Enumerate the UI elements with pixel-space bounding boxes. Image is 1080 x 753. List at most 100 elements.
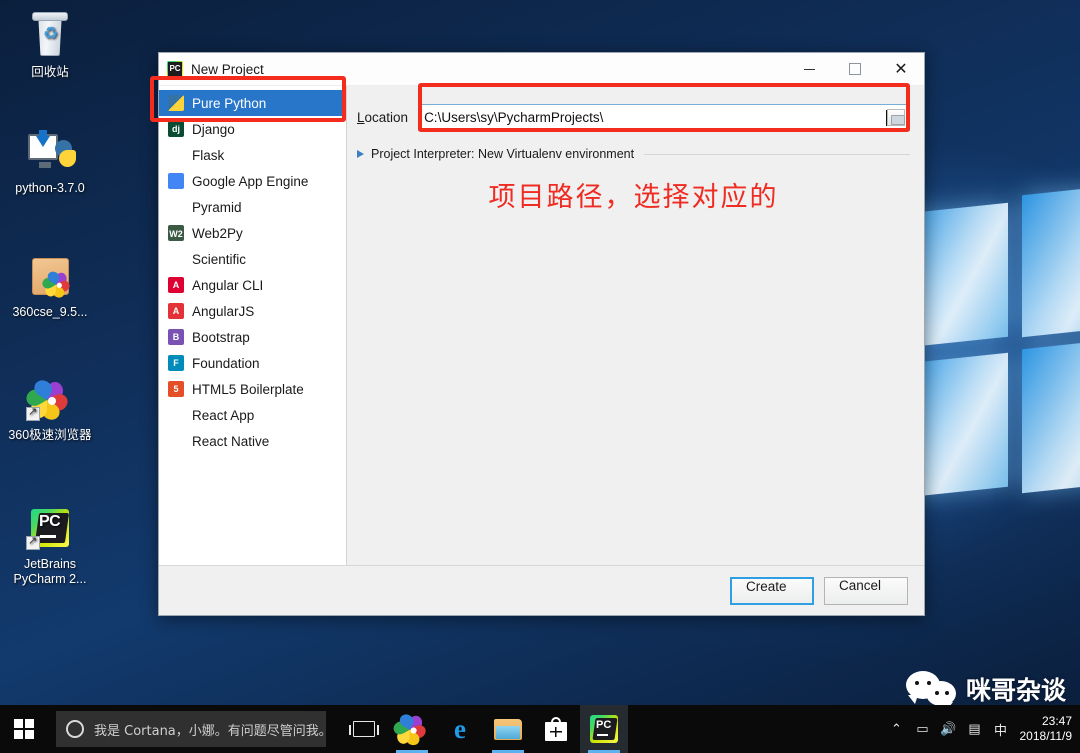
windows-wallpaper-logo <box>904 182 1080 513</box>
project-type-label: React Native <box>192 433 270 449</box>
file-explorer-taskbar-button[interactable] <box>484 705 532 753</box>
project-type-label: Google App Engine <box>192 173 309 189</box>
cancel-button[interactable]: Cancel <box>824 576 908 605</box>
pycharm-taskbar-button[interactable]: PC <box>580 705 628 753</box>
pyramid-icon: ✸ <box>172 202 180 212</box>
project-type-angular-cli[interactable]: A Angular CLI <box>159 272 346 298</box>
notification-icon[interactable]: ▤ <box>962 721 988 737</box>
location-input[interactable]: C:\Users\sy\PycharmProjects\ <box>418 104 910 131</box>
dialog-titlebar: New Project ✕ <box>159 53 924 86</box>
desktop-icon-360cse-installer[interactable]: 360cse_9.5... <box>2 252 98 320</box>
taskbar: 我是 Cortana，小娜。有问题尽管问我。 e PC ⌃ ▭ 🔊 ▤ 中 23… <box>0 705 1080 753</box>
dialog-title: New Project <box>191 61 264 77</box>
project-type-html5-boilerplate[interactable]: 5 HTML5 Boilerplate <box>159 376 346 402</box>
angularjs-icon: A <box>168 303 184 319</box>
desktop-icon-recycle-bin[interactable]: ♻ 回收站 <box>2 12 98 80</box>
folder-browse-icon[interactable] <box>887 109 905 126</box>
annotation-text: 项目路径，选择对应的 <box>488 182 779 213</box>
django-icon: dj <box>168 121 184 137</box>
project-type-label: Django <box>192 121 235 137</box>
react-icon: ⚛ <box>171 410 181 420</box>
wechat-watermark: 咪哥杂谈 <box>905 671 1066 711</box>
desktop-icon-label: 360极速浏览器 <box>8 428 92 442</box>
network-icon[interactable]: ▭ <box>910 721 936 737</box>
cortana-search-box[interactable]: 我是 Cortana，小娜。有问题尽管问我。 <box>56 711 332 747</box>
pycharm-icon: PC <box>26 504 74 552</box>
360-browser-icon <box>23 375 74 423</box>
microsoft-store-taskbar-icon <box>545 717 567 741</box>
file-explorer-taskbar-icon <box>494 718 522 740</box>
360cse-installer-icon <box>26 252 74 300</box>
windows-start-icon <box>14 719 34 739</box>
desktop-icon-label: 360cse_9.5... <box>12 305 88 319</box>
project-type-label: Flask <box>192 147 225 163</box>
edge-taskbar-button[interactable]: e <box>436 705 484 753</box>
desktop-icon-label: python-3.7.0 <box>15 181 85 195</box>
desktop-icon-python-installer[interactable]: python-3.7.0 <box>2 128 98 196</box>
start-button[interactable] <box>0 705 48 753</box>
edge-taskbar-icon: e <box>454 714 466 744</box>
360-browser-taskbar-button[interactable] <box>388 705 436 753</box>
project-type-label: Web2Py <box>192 225 243 241</box>
python-installer-icon <box>26 128 76 176</box>
volume-icon[interactable]: 🔊 <box>936 721 962 737</box>
location-row: LLocationocation C:\Users\sy\PycharmProj… <box>357 104 910 131</box>
desktop-icon-360-browser[interactable]: 360极速浏览器 <box>2 375 98 443</box>
gae-icon <box>168 173 184 189</box>
clock[interactable]: 23:47 2018/11/9 <box>1014 714 1073 744</box>
project-type-scientific[interactable]: ▥ Scientific <box>159 246 346 272</box>
project-type-angularjs[interactable]: A AngularJS <box>159 298 346 324</box>
project-type-react-native[interactable]: ⚛ React Native <box>159 428 346 454</box>
divider-rule <box>644 153 910 155</box>
wechat-watermark-text: 咪哥杂谈 <box>965 676 1066 705</box>
system-tray: ⌃ ▭ 🔊 ▤ 中 23:47 2018/11/9 <box>884 705 1080 753</box>
project-type-bootstrap[interactable]: B Bootstrap <box>159 324 346 350</box>
close-button[interactable]: ✕ <box>878 53 924 85</box>
cortana-placeholder: 我是 Cortana，小娜。有问题尽管问我。 <box>94 723 332 739</box>
recycle-bin-icon: ♻ <box>26 12 74 60</box>
flask-icon: 🝐 <box>170 150 182 160</box>
project-type-label: Pure Python <box>192 95 267 111</box>
minimize-button[interactable] <box>786 53 832 85</box>
chevron-up-icon[interactable]: ⌃ <box>884 721 910 737</box>
project-type-django[interactable]: dj Django <box>159 116 346 142</box>
clock-time: 23:47 <box>1041 714 1072 728</box>
desktop-icon-label: 回收站 <box>31 65 69 79</box>
new-project-dialog: New Project ✕ Pure Python dj Django 🝐 Fl… <box>158 52 925 616</box>
clock-date: 2018/11/9 <box>1019 729 1073 743</box>
project-type-web2py[interactable]: W2PY Web2Py <box>159 220 346 246</box>
project-type-flask[interactable]: 🝐 Flask <box>159 142 346 168</box>
html5-icon: 5 <box>168 381 184 397</box>
triangle-right-icon <box>357 150 364 158</box>
desktop-icon-label: JetBrains PyCharm 2... <box>13 557 87 586</box>
project-type-react-app[interactable]: ⚛ React App <box>159 402 346 428</box>
project-type-label: Angular CLI <box>192 277 264 293</box>
desktop-icon-pycharm[interactable]: PC JetBrains PyCharm 2... <box>2 504 98 587</box>
react-native-icon: ⚛ <box>171 436 181 446</box>
project-interpreter-label: Project Interpreter: New Virtualenv envi… <box>371 147 635 161</box>
project-type-label: HTML5 Boilerplate <box>192 381 304 397</box>
maximize-button[interactable] <box>832 53 878 85</box>
project-type-label: Bootstrap <box>192 329 250 345</box>
task-view-button[interactable] <box>340 705 388 753</box>
create-button[interactable]: Create <box>730 576 814 605</box>
project-type-label: Scientific <box>192 251 247 267</box>
project-type-pyramid[interactable]: ✸ Pyramid <box>159 194 346 220</box>
ime-indicator[interactable]: 中 <box>988 720 1014 739</box>
location-label: LLocationocation <box>357 110 409 125</box>
dialog-footer: Create Cancel <box>159 565 924 615</box>
project-type-label: AngularJS <box>192 303 255 319</box>
location-value: C:\Users\sy\PycharmProjects\ <box>424 110 604 125</box>
project-type-label: Foundation <box>192 355 260 371</box>
task-view-icon <box>349 721 379 737</box>
project-type-google-app-engine[interactable]: Google App Engine <box>159 168 346 194</box>
project-type-pure-python[interactable]: Pure Python <box>159 90 346 116</box>
project-type-list[interactable]: Pure Python dj Django 🝐 Flask Google App… <box>159 86 347 565</box>
microsoft-store-taskbar-button[interactable] <box>532 705 580 753</box>
project-type-foundation[interactable]: F Foundation <box>159 350 346 376</box>
pycharm-title-icon <box>167 61 183 77</box>
project-interpreter-row[interactable]: Project Interpreter: New Virtualenv envi… <box>357 147 910 161</box>
desktop: ♻ 回收站 python-3.7.0 360cse_9.5... 360极速浏览… <box>0 0 1080 753</box>
scientific-icon: ▥ <box>171 254 181 264</box>
pycharm-taskbar-icon: PC <box>590 715 618 743</box>
